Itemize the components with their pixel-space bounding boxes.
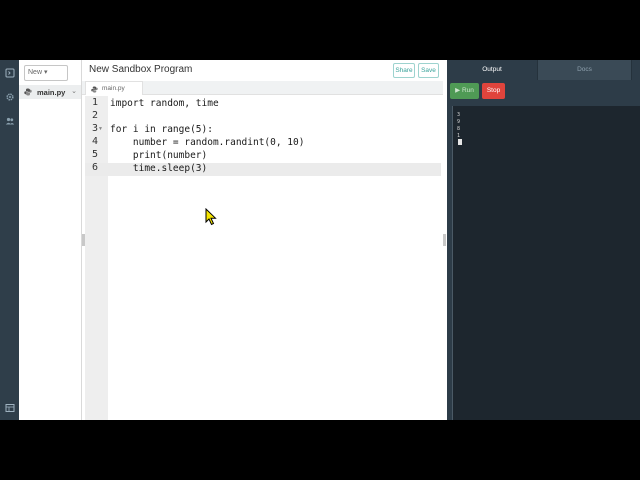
mouse-pointer-icon [205,207,217,231]
tab-output[interactable]: Output [447,60,537,80]
icon-rail [0,60,19,420]
console-line: 9 [457,119,461,125]
code-line[interactable]: number = random.randint(0, 10) [110,136,305,149]
console-line: 3 [457,112,461,118]
python-icon [91,80,98,98]
run-button[interactable]: ▶ Run [450,83,479,99]
code-line[interactable]: time.sleep(3) [110,162,207,175]
code-line[interactable]: import random, time [110,97,219,110]
sandbox-icon[interactable] [4,67,15,78]
sidebar-resize-handle[interactable] [82,234,85,246]
console-output[interactable]: 3 9 8 1 [452,106,640,420]
new-file-button[interactable]: New ▾ [24,65,68,81]
sandbox-app: New ▾ main.py ⌄ New Sandbox Program Shar… [0,60,640,420]
save-button[interactable]: Save [418,63,439,78]
share-button[interactable]: Share [393,63,415,78]
console-cursor [458,139,462,145]
stop-button[interactable]: Stop [482,83,505,99]
editor-resize-handle[interactable] [443,234,446,246]
file-name: main.py [37,87,66,97]
code-line[interactable]: print(number) [110,149,207,162]
console-line: 8 [457,126,461,132]
gear-icon[interactable] [4,91,15,102]
editor-tabbar: main.py [82,81,443,95]
editor-area: New Sandbox Program Share Save main.py 1… [82,60,445,420]
users-icon[interactable] [4,115,15,126]
output-panel: Output Docs ▶ Run Stop 3 9 8 1 [447,60,640,420]
tab-docs[interactable]: Docs [537,60,632,80]
run-label: Run [461,87,474,94]
code-line[interactable]: for i in range(5): [110,123,213,136]
program-title[interactable]: New Sandbox Program [89,64,192,75]
line-number: 2 [92,110,99,121]
tab-label: main.py [102,85,125,92]
layout-icon[interactable] [4,402,15,413]
play-icon: ▶ [455,87,462,94]
file-item-main-py[interactable]: main.py ⌄ [19,85,81,99]
python-icon [24,83,32,101]
file-sidebar: New ▾ main.py ⌄ [19,60,82,420]
output-tabs: Output Docs [447,60,640,80]
fold-arrow-icon[interactable]: ▼ [98,126,103,132]
tab-main-py[interactable]: main.py [85,81,143,95]
chevron-down-icon[interactable]: ⌄ [71,87,77,95]
